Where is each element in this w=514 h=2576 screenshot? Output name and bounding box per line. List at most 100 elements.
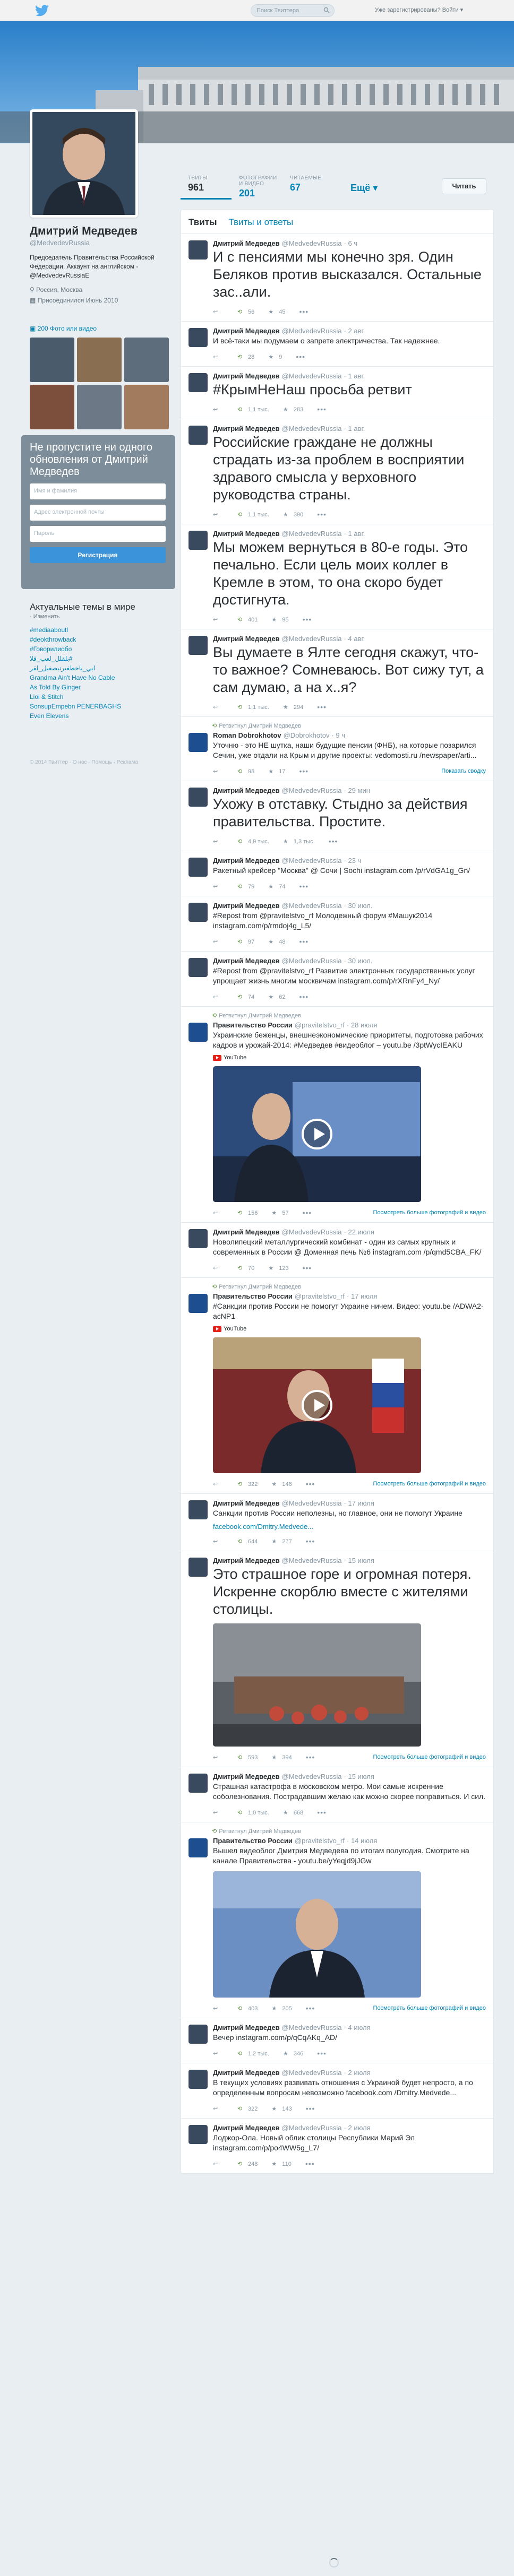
tweet[interactable]: Дмитрий Медведев @MedvedevRussia · 1 авг. #… (181, 367, 493, 419)
retweet-button[interactable]: ⟲ 1,1 тыс. (237, 511, 269, 518)
tweet-author-name[interactable]: Дмитрий Медведев (213, 786, 280, 794)
more-dropdown[interactable]: Ещё ▾ (350, 183, 378, 194)
more-options-icon[interactable]: ••• (299, 307, 309, 316)
tweet-author-handle[interactable]: @MedvedevRussia (282, 239, 342, 247)
tweet-author-handle[interactable]: @MedvedevRussia (282, 327, 342, 335)
favorite-button[interactable]: ★ 48 (268, 938, 285, 945)
tweet-author-handle[interactable]: @MedvedevRussia (282, 857, 342, 865)
tweet[interactable]: Дмитрий Медведев @MedvedevRussia · 4 авг. В… (181, 629, 493, 717)
tweet-author-handle[interactable]: @pravitelstvo_rf (295, 1837, 345, 1845)
signup-button[interactable]: Регистрация (30, 547, 166, 563)
retweet-button[interactable]: ⟲ 156 (237, 1209, 258, 1216)
tweet-author-name[interactable]: Дмитрий Медведев (213, 2024, 280, 2032)
tweet-avatar[interactable] (189, 788, 208, 807)
more-options-icon[interactable]: ••• (317, 405, 327, 413)
retweet-button[interactable]: ⟲ 74 (237, 993, 254, 1000)
reply-button[interactable]: ↩ (213, 308, 224, 315)
retweet-button[interactable]: ⟲ 322 (237, 1481, 258, 1488)
tweet-avatar[interactable] (189, 1558, 208, 1577)
tweet[interactable]: Дмитрий Медведев @MedvedevRussia · 1 авг. Р… (181, 419, 493, 524)
tweet[interactable]: ⟲ Ретвитнул Дмитрий Медведев Правительство… (181, 1007, 493, 1223)
tweet-video[interactable] (213, 1066, 421, 1202)
photo-thumb[interactable] (124, 338, 169, 382)
reply-button[interactable]: ↩ (213, 2160, 224, 2167)
tweet[interactable]: Дмитрий Медведев @MedvedevRussia · 17 июля… (181, 1494, 493, 1551)
tweet-avatar[interactable] (189, 240, 208, 260)
favorite-button[interactable]: ★ 62 (268, 993, 285, 1000)
tweet-avatar[interactable] (189, 1774, 208, 1793)
tweet-author-handle[interactable]: @MedvedevRussia (282, 635, 342, 643)
more-options-icon[interactable]: ••• (306, 2004, 315, 2012)
photo-thumb[interactable] (124, 385, 169, 429)
view-more-link[interactable]: Посмотреть больше фотографий и видео (373, 1481, 486, 1487)
trend-item[interactable]: Lioi & Stitch (30, 692, 168, 702)
tweet-author-name[interactable]: Дмитрий Медведев (213, 239, 280, 247)
name-field[interactable]: Имя и фамилия (30, 483, 166, 499)
tweet-author-name[interactable]: Дмитрий Медведев (213, 1228, 280, 1236)
tweet-timestamp[interactable]: · 17 июля (344, 1499, 374, 1507)
tweet[interactable]: Дмитрий Медведев @MedvedevRussia · 15 июля… (181, 1551, 493, 1767)
favorite-button[interactable]: ★ 17 (268, 768, 285, 775)
tweet-author-handle[interactable]: @MedvedevRussia (282, 902, 342, 910)
email-field[interactable]: Адрес электронной почты (30, 505, 166, 521)
reply-button[interactable]: ↩ (213, 704, 224, 711)
retweet-button[interactable]: ⟲ 593 (237, 1754, 258, 1761)
tweet[interactable]: Дмитрий Медведев @MedvedevRussia · 30 июл.… (181, 952, 493, 1007)
trend-item[interactable]: #Говорилиобо (30, 644, 168, 654)
login-link[interactable]: Уже зарегистрированы? Войти ▾ (375, 6, 463, 13)
tweet[interactable]: Дмитрий Медведев @MedvedevRussia · 22 июля… (181, 1223, 493, 1278)
tweet-avatar[interactable] (189, 373, 208, 392)
favorite-button[interactable]: ★ 283 (283, 406, 303, 413)
retweet-button[interactable]: ⟲ 403 (237, 2005, 258, 2012)
more-options-icon[interactable]: ••• (305, 2159, 315, 2168)
view-more-link[interactable]: Посмотреть больше фотографий и видео (373, 2005, 486, 2011)
tweet-author-name[interactable]: Дмитрий Медведев (213, 530, 280, 538)
reply-button[interactable]: ↩ (213, 1538, 224, 1545)
view-more-link[interactable]: Показать сводку (441, 768, 486, 774)
tweet[interactable]: Дмитрий Медведев @MedvedevRussia · 6 ч И с … (181, 234, 493, 322)
reply-button[interactable]: ↩ (213, 768, 224, 775)
tweet-author-handle[interactable]: @MedvedevRussia (282, 2024, 342, 2032)
tweet-author-handle[interactable]: @MedvedevRussia (282, 2069, 342, 2077)
reply-button[interactable]: ↩ (213, 1481, 224, 1488)
tweet-timestamp[interactable]: · 4 авг. (344, 635, 365, 643)
reply-button[interactable]: ↩ (213, 993, 224, 1000)
more-options-icon[interactable]: ••• (299, 937, 309, 946)
more-options-icon[interactable]: ••• (299, 882, 309, 891)
tweet-avatar[interactable] (189, 426, 208, 445)
tweet[interactable]: Дмитрий Медведев @MedvedevRussia · 15 июля… (181, 1767, 493, 1822)
tweet-avatar[interactable] (189, 531, 208, 550)
retweet-button[interactable]: ⟲ 322 (237, 2105, 258, 2112)
reply-button[interactable]: ↩ (213, 616, 224, 623)
tweet-avatar[interactable] (189, 858, 208, 877)
tweet-author-handle[interactable]: @MedvedevRussia (282, 530, 342, 538)
tweet[interactable]: Дмитрий Медведев @MedvedevRussia · 29 мин У… (181, 781, 493, 851)
tweet-author-handle[interactable]: @MedvedevRussia (282, 425, 342, 433)
tweet-timestamp[interactable]: · 9 ч (331, 731, 345, 739)
tab-tweets-replies[interactable]: Твиты и ответы (228, 217, 293, 234)
tweet-author-handle[interactable]: @MedvedevRussia (282, 1557, 342, 1564)
tweet-author-handle[interactable]: @MedvedevRussia (282, 2124, 342, 2132)
more-options-icon[interactable]: ••• (306, 2104, 315, 2113)
tweet-timestamp[interactable]: · 28 июля (347, 1021, 377, 1029)
tweet-avatar[interactable] (189, 958, 208, 977)
more-options-icon[interactable]: ••• (317, 510, 327, 518)
tweet-author-handle[interactable]: @MedvedevRussia (282, 1773, 342, 1780)
tweet-author-name[interactable]: Дмитрий Медведев (213, 1499, 280, 1507)
trend-item[interactable]: Grandma Ain't Have No Cable (30, 673, 168, 682)
favorite-button[interactable]: ★ 143 (271, 2105, 292, 2112)
retweet-button[interactable]: ⟲ 401 (237, 616, 258, 623)
tweet[interactable]: ⟲ Ретвитнул Дмитрий Медведев Правительство… (181, 1278, 493, 1494)
tweet-timestamp[interactable]: · 1 авг. (344, 372, 365, 380)
trend-item[interactable]: SonsupEmpebn PENERBAGHS (30, 702, 168, 711)
tweet[interactable]: Дмитрий Медведев @MedvedevRussia · 2 авг. И… (181, 322, 493, 367)
favorite-button[interactable]: ★ 57 (271, 1209, 288, 1216)
tweet[interactable]: Дмитрий Медведев @MedvedevRussia · 2 июля Л… (181, 2119, 493, 2174)
search-input[interactable]: Поиск Твиттера (251, 4, 335, 17)
tweet-author-handle[interactable]: @Dobrokhotov (284, 731, 330, 739)
trend-item[interactable]: ابي_باخطفيرنبصفيل_لقر (30, 663, 168, 673)
more-options-icon[interactable]: ••• (317, 703, 327, 711)
photo-thumb[interactable] (30, 338, 74, 382)
profile-avatar[interactable] (30, 109, 138, 218)
more-options-icon[interactable]: ••• (317, 2049, 327, 2058)
